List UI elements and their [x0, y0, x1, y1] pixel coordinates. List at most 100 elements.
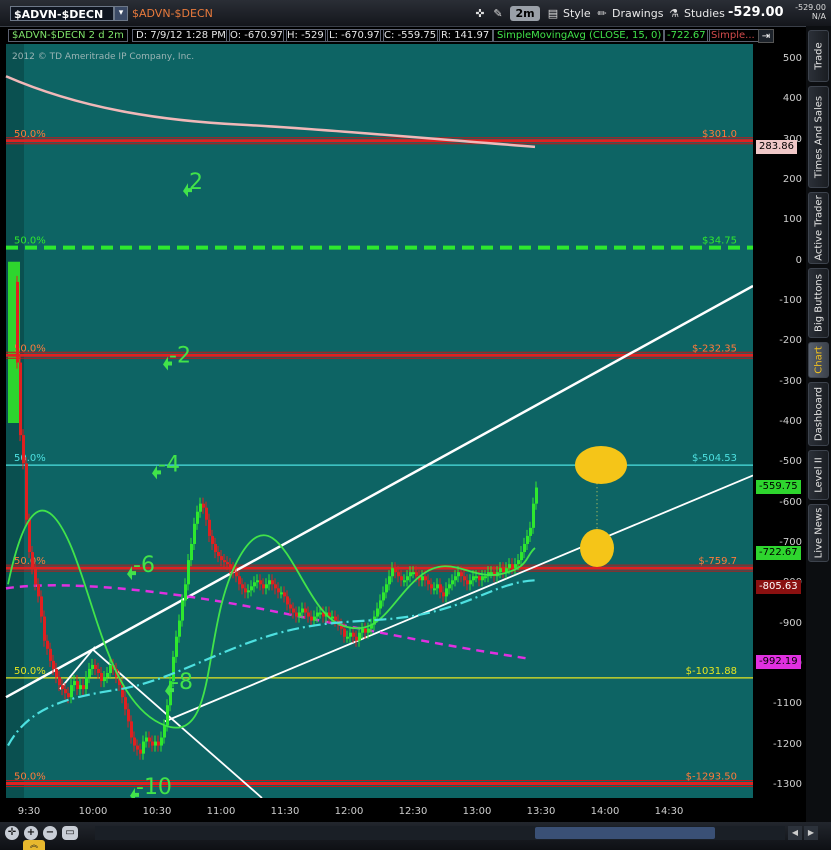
candle-body [199, 503, 202, 512]
candle-body [520, 552, 523, 561]
candle-body [154, 741, 157, 746]
x-tick-label: 14:30 [654, 806, 684, 817]
symbol-input[interactable]: $ADVN-$DECN [10, 6, 114, 21]
time-scrollbar-thumb[interactable] [535, 827, 715, 839]
fit-icon[interactable]: ▭ [62, 826, 78, 840]
copyright: 2012 © TD Ameritrade IP Company, Inc. [12, 52, 195, 62]
scroll-left-icon[interactable]: ◀ [788, 826, 802, 840]
candle-body [247, 590, 250, 593]
level-left-label: 50.0% [14, 666, 46, 677]
info-symbol-period[interactable]: $ADVN-$DECN 2 d 2m [8, 29, 128, 42]
x-axis[interactable]: 9:30 10:00 10:30 11:00 11:30 12:00 12:30 13:00 1… [6, 798, 753, 822]
info-study2[interactable]: Simple... [707, 29, 759, 42]
candle-body [190, 543, 193, 561]
candle-body [274, 584, 277, 589]
collapse-icon[interactable]: ⇥ [758, 29, 774, 43]
candle-body [397, 572, 400, 577]
info-high: H: -529 [283, 29, 328, 42]
candle-body [130, 721, 133, 738]
candle-body [160, 737, 163, 746]
sidebar-tab-label: Live News [813, 507, 824, 559]
sidebar-tab-active-trader[interactable]: Active Trader [808, 192, 829, 264]
candle-body [229, 564, 232, 569]
symbol-dropdown-icon[interactable]: ▾ [114, 6, 128, 21]
sidebar-tab-level-ii[interactable]: Level II [808, 450, 829, 500]
level-left-label: 50.0% [14, 453, 46, 464]
candle-body [412, 572, 415, 575]
level-right-label: $-759.7 [698, 556, 737, 567]
pan-icon[interactable]: ✛ [5, 826, 19, 840]
y-tick-label: -1300 [772, 778, 802, 790]
candle-body [394, 568, 397, 573]
level-right-label: $-1293.50 [686, 771, 737, 782]
candle-body [70, 685, 73, 698]
price-chart[interactable]: 50.0% $301.0 50.0% $34.75 50.0% $-232.35 50.0%… [0, 44, 753, 798]
candle-body [508, 564, 511, 569]
sidebar-tab-big-buttons[interactable]: Big Buttons [808, 268, 829, 338]
mini-quote-price: -529.00 [795, 3, 826, 12]
candle-body [481, 576, 484, 581]
sidebar-tab-times-and-sales[interactable]: Times And Sales [808, 86, 829, 188]
candle-body [475, 576, 478, 579]
info-study[interactable]: SimpleMovingAvg (CLOSE, 15, 0) [493, 29, 666, 42]
sidebar-tab-label: Active Trader [813, 195, 824, 261]
candle-body [310, 616, 313, 621]
expand-panel-icon[interactable]: ︽ [23, 840, 45, 850]
candle-body [523, 543, 526, 553]
candle-body [421, 576, 424, 581]
candle-body [355, 636, 358, 641]
candle-body [463, 576, 466, 581]
sidebar-tab-trade[interactable]: Trade [808, 30, 829, 82]
candle-body [64, 689, 67, 694]
candle-body [58, 677, 61, 686]
x-tick-label: 11:00 [206, 806, 236, 817]
candle-body [253, 582, 256, 587]
candle-body [61, 685, 64, 690]
candle-body [31, 552, 34, 569]
candle-body [259, 580, 262, 585]
sidebar-tab-live-news[interactable]: Live News [808, 504, 829, 562]
candle-body [139, 749, 142, 754]
candle-body [97, 668, 100, 674]
info-study-value: -722.67 [663, 29, 710, 42]
studies-button[interactable]: Studies [684, 7, 725, 20]
candle-body [283, 592, 286, 597]
sidebar-tab-dashboard[interactable]: Dashboard [808, 382, 829, 446]
candle-body [55, 668, 58, 678]
candle-body [262, 584, 265, 589]
zoom-in-icon[interactable]: + [24, 826, 38, 840]
candle-body [292, 608, 295, 613]
drawings-button[interactable]: Drawings [612, 7, 663, 20]
candle-body [358, 632, 361, 641]
candle-body [307, 612, 310, 617]
candle-body [334, 616, 337, 621]
candle-body [241, 584, 244, 589]
candle-body [454, 576, 457, 581]
zoom-out-icon[interactable]: − [43, 826, 57, 840]
candle-body [451, 580, 454, 585]
candle-body [376, 608, 379, 617]
wrench-icon[interactable]: ✎ [490, 6, 506, 21]
crosshair-icon[interactable]: ✜ [472, 6, 488, 21]
scroll-right-icon[interactable]: ▶ [804, 826, 818, 840]
candle-body [448, 584, 451, 589]
time-scrollbar[interactable] [95, 826, 785, 840]
candle-body [385, 584, 388, 593]
y-tick-label: -400 [779, 416, 802, 428]
candle-body [109, 664, 112, 674]
price-badge: -992.19 [756, 654, 801, 669]
sidebar-tab-label: Chart [813, 346, 824, 374]
level-right-label: $-232.35 [692, 343, 737, 354]
symbol-description: $ADVN-$DECN [132, 7, 213, 20]
candle-body [271, 580, 274, 585]
candle-body [16, 281, 19, 363]
y-tick-label: 200 [782, 174, 802, 186]
bottom-toolbar: ✛ + − ▭ ◀ ▶ [0, 822, 831, 850]
y-axis[interactable]: 500 400 300 200 100 0 -100 -200 -300 -400 -500 -600… [753, 44, 806, 798]
y-tick-label: -300 [779, 375, 802, 387]
info-low: L: -670.97 [325, 29, 384, 42]
style-button[interactable]: Style [563, 7, 591, 20]
candle-body [238, 576, 241, 585]
sidebar-tab-chart[interactable]: Chart [808, 342, 829, 378]
aggregation-button[interactable]: 2m [510, 6, 540, 21]
